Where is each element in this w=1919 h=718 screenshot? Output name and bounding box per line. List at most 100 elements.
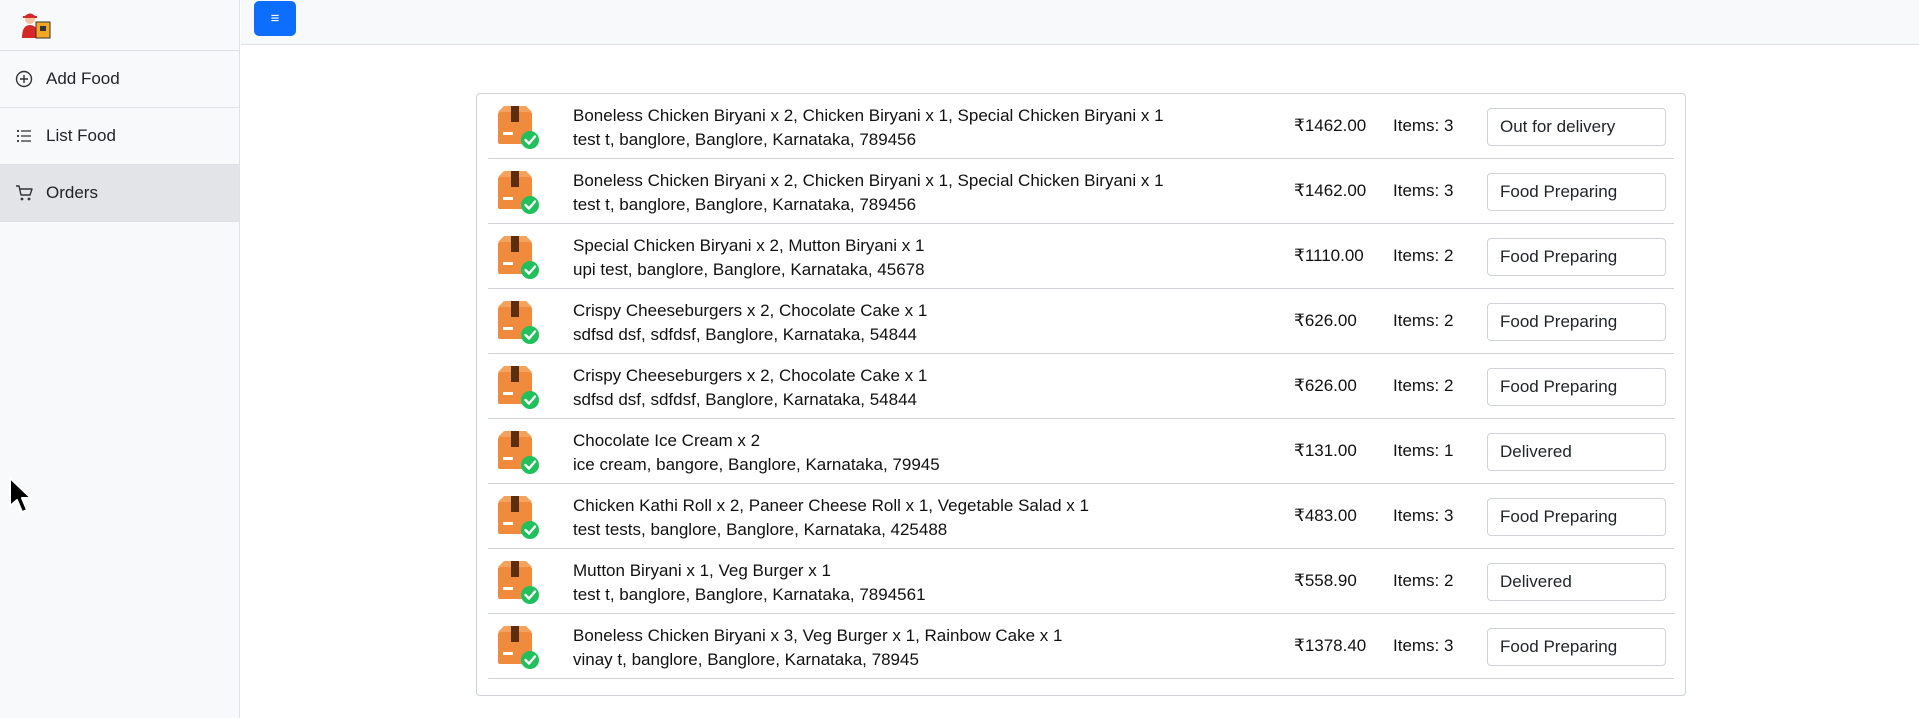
- order-address: upi test, banglore, Banglore, Karnataka,…: [573, 260, 925, 279]
- orders-panel: Boneless Chicken Biryani x 2, Chicken Bi…: [476, 93, 1686, 696]
- order-status-select[interactable]: Food Preparing: [1487, 498, 1666, 536]
- order-details: Boneless Chicken Biryani x 3, Veg Burger…: [573, 624, 1062, 672]
- order-amount: ₹483.00: [1294, 506, 1357, 525]
- order-item-count: Items: 3: [1393, 506, 1454, 525]
- order-item-count: Items: 2: [1393, 246, 1454, 265]
- order-status-value: Food Preparing: [1500, 182, 1618, 201]
- order-item-count: Items: 3: [1393, 636, 1454, 655]
- list-icon: [15, 127, 33, 145]
- parcel-check-icon: [494, 622, 542, 670]
- order-row: Mutton Biryani x 1, Veg Burger x 1 test t…: [488, 549, 1674, 614]
- order-status-value: Delivered: [1500, 572, 1572, 591]
- order-item-count: Items: 2: [1393, 311, 1454, 330]
- app-root: Add Food List Food Orders ≡ Boneless Chick…: [0, 0, 1919, 718]
- order-status-select[interactable]: Delivered: [1487, 563, 1666, 601]
- order-address: test tests, banglore, Banglore, Karnatak…: [573, 520, 948, 539]
- delivery-person-icon: [22, 13, 51, 39]
- order-details: Boneless Chicken Biryani x 2, Chicken Bi…: [573, 169, 1164, 217]
- order-status-value: Out for delivery: [1500, 117, 1616, 136]
- order-item-count: Items: 2: [1393, 571, 1454, 590]
- plus-circle-icon: [15, 70, 33, 88]
- order-status-select[interactable]: Delivered: [1487, 433, 1666, 471]
- order-details: Chicken Kathi Roll x 2, Paneer Cheese Ro…: [573, 494, 1089, 542]
- order-status-select[interactable]: Food Preparing: [1487, 238, 1666, 276]
- order-item-count: Items: 3: [1393, 116, 1454, 135]
- order-details: Crispy Cheeseburgers x 2, Chocolate Cake…: [573, 299, 927, 347]
- order-items: Chocolate Ice Cream x 2: [573, 431, 761, 450]
- sidebar-item-list-food[interactable]: List Food: [0, 108, 239, 165]
- parcel-check-icon: [494, 362, 542, 410]
- order-status-value: Food Preparing: [1500, 637, 1618, 656]
- order-details: Special Chicken Biryani x 2, Mutton Biry…: [573, 234, 925, 282]
- order-status-select[interactable]: Food Preparing: [1487, 303, 1666, 341]
- order-status-value: Delivered: [1500, 442, 1572, 461]
- sidebar-item-label: Add Food: [46, 69, 120, 88]
- parcel-check-icon: [494, 492, 542, 540]
- order-row: Crispy Cheeseburgers x 2, Chocolate Cake…: [488, 354, 1674, 419]
- order-status-select[interactable]: Out for delivery: [1487, 108, 1666, 146]
- order-amount: ₹1110.00: [1294, 246, 1364, 265]
- sidebar-item-label: Orders: [46, 183, 98, 202]
- order-address: sdfsd dsf, sdfdsf, Banglore, Karnataka, …: [573, 390, 917, 409]
- parcel-check-icon: [494, 167, 542, 215]
- order-row: Boneless Chicken Biryani x 2, Chicken Bi…: [488, 159, 1674, 224]
- order-row: Crispy Cheeseburgers x 2, Chocolate Cake…: [488, 289, 1674, 354]
- order-items: Chicken Kathi Roll x 2, Paneer Cheese Ro…: [573, 496, 1089, 515]
- order-address: test t, banglore, Banglore, Karnataka, 7…: [573, 130, 917, 149]
- order-details: Mutton Biryani x 1, Veg Burger x 1 test t…: [573, 559, 926, 607]
- order-item-count: Items: 1: [1393, 441, 1454, 460]
- mouse-cursor-icon: [9, 477, 32, 513]
- sidebar-item-add-food[interactable]: Add Food: [0, 51, 239, 108]
- order-status-select[interactable]: Food Preparing: [1487, 173, 1666, 211]
- order-items: Special Chicken Biryani x 2, Mutton Biry…: [573, 236, 925, 255]
- order-items: Crispy Cheeseburgers x 2, Chocolate Cake…: [573, 301, 928, 320]
- logo[interactable]: [0, 0, 239, 51]
- menu-toggle-button[interactable]: ≡: [254, 1, 296, 36]
- order-status-select[interactable]: Food Preparing: [1487, 368, 1666, 406]
- order-items: Boneless Chicken Biryani x 2, Chicken Bi…: [573, 171, 1164, 190]
- order-item-count: Items: 3: [1393, 181, 1454, 200]
- order-row: Special Chicken Biryani x 2, Mutton Biry…: [488, 224, 1674, 289]
- order-amount: ₹1378.40: [1294, 636, 1367, 655]
- order-status-value: Food Preparing: [1500, 312, 1618, 331]
- order-row: Chocolate Ice Cream x 2 ice cream, bangor…: [488, 419, 1674, 484]
- order-status-select[interactable]: Food Preparing: [1487, 628, 1666, 666]
- order-address: vinay t, banglore, Banglore, Karnataka, …: [573, 650, 919, 669]
- order-items: Crispy Cheeseburgers x 2, Chocolate Cake…: [573, 366, 928, 385]
- top-bar: ≡: [241, 0, 1919, 45]
- order-address: ice cream, bangore, Banglore, Karnataka,…: [573, 455, 940, 474]
- parcel-check-icon: [494, 427, 542, 475]
- sidebar-item-label: List Food: [46, 126, 116, 145]
- sidebar-item-orders[interactable]: Orders: [0, 165, 239, 222]
- order-details: Crispy Cheeseburgers x 2, Chocolate Cake…: [573, 364, 927, 412]
- hamburger-icon: ≡: [270, 10, 280, 27]
- order-address: test t, banglore, Banglore, Karnataka, 7…: [573, 585, 926, 604]
- order-items: Boneless Chicken Biryani x 3, Veg Burger…: [573, 626, 1063, 645]
- order-status-value: Food Preparing: [1500, 247, 1618, 266]
- order-row: Boneless Chicken Biryani x 2, Chicken Bi…: [488, 94, 1674, 159]
- order-row: Chicken Kathi Roll x 2, Paneer Cheese Ro…: [488, 484, 1674, 549]
- order-amount: ₹1462.00: [1294, 116, 1367, 135]
- parcel-check-icon: [494, 557, 542, 605]
- cart-icon: [15, 184, 33, 202]
- order-status-value: Food Preparing: [1500, 507, 1618, 526]
- order-details: Chocolate Ice Cream x 2 ice cream, bangor…: [573, 429, 940, 477]
- order-status-value: Food Preparing: [1500, 377, 1618, 396]
- orders-list: Boneless Chicken Biryani x 2, Chicken Bi…: [488, 94, 1674, 679]
- parcel-check-icon: [494, 102, 542, 150]
- order-items: Boneless Chicken Biryani x 2, Chicken Bi…: [573, 106, 1164, 125]
- order-amount: ₹626.00: [1294, 376, 1357, 395]
- order-address: sdfsd dsf, sdfdsf, Banglore, Karnataka, …: [573, 325, 917, 344]
- order-details: Boneless Chicken Biryani x 2, Chicken Bi…: [573, 104, 1164, 152]
- order-amount: ₹558.90: [1294, 571, 1357, 590]
- order-amount: ₹1462.00: [1294, 181, 1367, 200]
- order-amount: ₹131.00: [1294, 441, 1357, 460]
- parcel-check-icon: [494, 232, 542, 280]
- parcel-check-icon: [494, 297, 542, 345]
- order-address: test t, banglore, Banglore, Karnataka, 7…: [573, 195, 917, 214]
- order-amount: ₹626.00: [1294, 311, 1357, 330]
- sidebar: Add Food List Food Orders: [0, 0, 240, 718]
- order-row: Boneless Chicken Biryani x 3, Veg Burger…: [488, 614, 1674, 679]
- order-items: Mutton Biryani x 1, Veg Burger x 1: [573, 561, 831, 580]
- order-item-count: Items: 2: [1393, 376, 1454, 395]
